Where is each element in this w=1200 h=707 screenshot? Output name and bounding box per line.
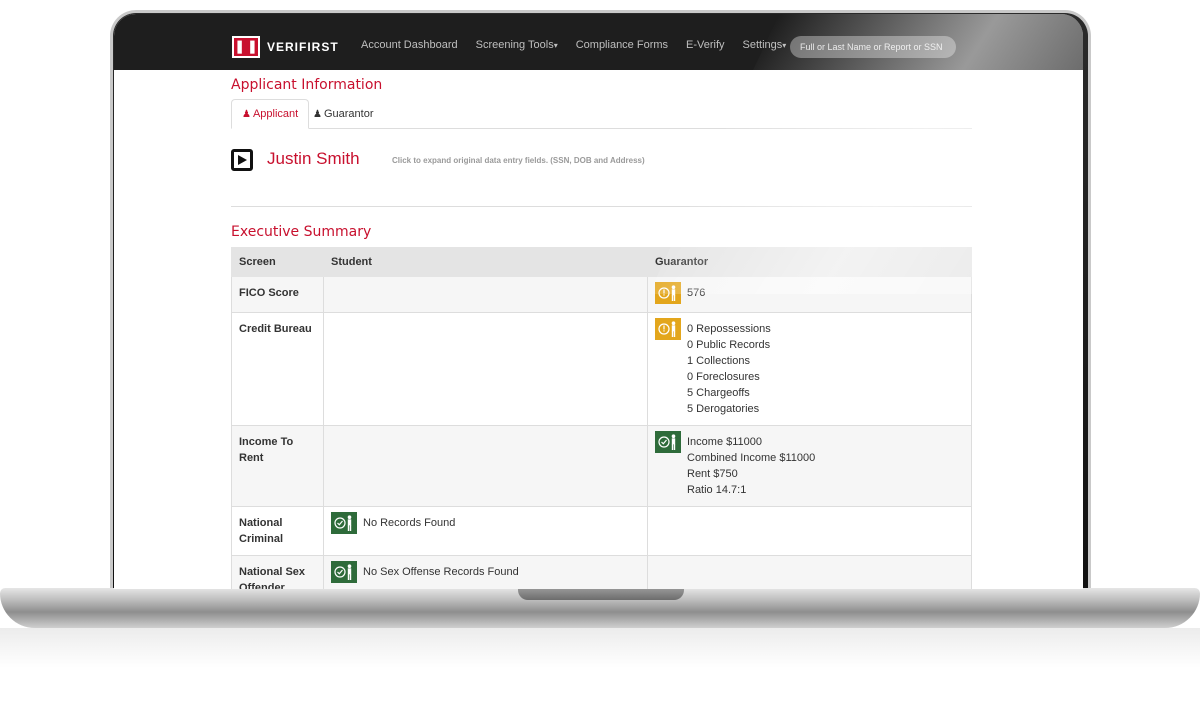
result-line: 0 Repossessions	[687, 323, 771, 335]
status-pass-icon	[331, 561, 357, 583]
table-row: Credit Bureau 0 Repossessions 0 Public Rec…	[231, 312, 972, 426]
result-line: Income $11000	[687, 436, 763, 448]
screening-result: Income $11000 Combined Income $11000 Rent …	[655, 431, 964, 498]
result-line: 5 Chargeoffs	[687, 387, 750, 399]
empty-cell	[647, 506, 972, 556]
nav-item-label: Compliance Forms	[575, 39, 669, 51]
column-header-guarantor: Guarantor	[647, 247, 972, 277]
nav-item-e-verify[interactable]: E-Verify	[686, 39, 725, 51]
status-pass-icon	[655, 431, 681, 453]
result-lines: 576	[687, 285, 705, 301]
caret-down-icon: ▾	[782, 41, 787, 50]
executive-summary-title: Executive Summary	[231, 224, 372, 240]
screen-name: Credit Bureau	[231, 312, 324, 426]
result-line: 1 Collections	[687, 355, 750, 367]
result-line: No Sex Offense Records Found	[363, 566, 519, 578]
nav-menu: Account Dashboard Screening Tools▾ Complia…	[361, 39, 786, 51]
status-warning-icon	[655, 318, 681, 340]
result-cell: Income $11000 Combined Income $11000 Rent …	[647, 425, 972, 507]
table-row: FICO Score 576	[231, 276, 972, 313]
result-line: 0 Foreclosures	[687, 371, 760, 383]
expand-hint: Click to expand original data entry fiel…	[392, 156, 645, 165]
nav-item-label: Account Dashboard	[361, 39, 458, 51]
laptop-notch	[518, 588, 684, 600]
top-navbar: ▌▐ VERIFIRST Account Dashboard Screening …	[114, 14, 1083, 70]
tab-applicant-label: Applicant	[252, 108, 299, 120]
expand-play-icon[interactable]	[231, 149, 253, 171]
laptop-screen: ▌▐ VERIFIRST Account Dashboard Screening …	[114, 14, 1083, 589]
result-line: No Records Found	[363, 517, 456, 529]
tab-guarantor-label: Guarantor	[323, 108, 374, 120]
user-icon: ♟	[242, 108, 251, 120]
screening-result: No Records Found	[331, 512, 640, 534]
result-cell: No Records Found	[323, 506, 648, 556]
caret-down-icon: ▾	[553, 41, 558, 50]
screen-name: National Criminal	[231, 506, 324, 556]
result-line: Ratio 14.7:1	[687, 484, 747, 496]
nav-item-label: E-Verify	[686, 39, 725, 51]
search-input[interactable]	[790, 36, 956, 58]
result-line: Combined Income $11000	[687, 452, 816, 464]
user-icon: ♟	[313, 108, 322, 120]
result-lines: Income $11000 Combined Income $11000 Rent …	[687, 434, 815, 498]
table-row: National Criminal No Records Found	[231, 506, 972, 556]
table-header-row: Screen Student Guarantor	[231, 247, 972, 277]
logo-mark-icon: ▌▐	[232, 36, 260, 58]
tab-guarantor[interactable]: ♟ Guarantor	[303, 99, 384, 129]
applicant-name: Justin Smith	[267, 149, 360, 168]
nav-item-label: Settings	[742, 39, 783, 51]
screening-result: No Sex Offense Records Found	[331, 561, 640, 583]
result-lines: No Records Found	[363, 515, 455, 531]
result-line: Rent $750	[687, 468, 738, 480]
section-divider	[231, 206, 972, 207]
result-cell: No Sex Offense Records Found	[323, 555, 648, 589]
logo-text: VERIFIRST	[267, 40, 339, 54]
result-cell: 576	[647, 276, 972, 313]
result-cell: 0 Repossessions 0 Public Records 1 Collect…	[647, 312, 972, 426]
column-header-screen: Screen	[231, 247, 324, 277]
nav-item-settings[interactable]: Settings▾	[743, 39, 787, 51]
result-line: 576	[687, 287, 706, 299]
empty-cell	[323, 425, 648, 507]
screen-name: FICO Score	[231, 276, 324, 313]
status-pass-icon	[331, 512, 357, 534]
applicant-header: Justin Smith Click to expand original da…	[231, 149, 972, 189]
status-warning-icon	[655, 282, 681, 304]
verifirst-logo[interactable]: ▌▐ VERIFIRST	[232, 36, 339, 58]
result-lines: 0 Repossessions 0 Public Records 1 Collect…	[687, 321, 771, 417]
empty-cell	[323, 312, 648, 426]
executive-summary-table: Screen Student Guarantor FICO Score 576 Cr…	[231, 247, 972, 589]
nav-item-label: Screening Tools	[475, 39, 554, 51]
applicant-info-title: Applicant Information	[231, 77, 383, 93]
screen-name: National Sex Offender	[231, 555, 324, 589]
screen-name: Income To Rent	[231, 425, 324, 507]
column-header-student: Student	[323, 247, 648, 277]
nav-item-compliance-forms[interactable]: Compliance Forms	[576, 39, 668, 51]
table-row: Income To Rent Income $11000 Combined Inco…	[231, 425, 972, 507]
result-line: 5 Derogatories	[687, 403, 760, 415]
table-row: National Sex Offender No Sex Offense Reco…	[231, 555, 972, 589]
laptop-shadow	[0, 628, 1200, 668]
tab-applicant[interactable]: ♟ Applicant	[231, 99, 310, 129]
screening-result: 576	[655, 282, 964, 304]
result-line: 0 Public Records	[687, 339, 771, 351]
applicant-tabs: ♟ Applicant ♟ Guarantor	[231, 99, 972, 129]
nav-item-account-dashboard[interactable]: Account Dashboard	[361, 39, 458, 51]
nav-item-screening-tools[interactable]: Screening Tools▾	[476, 39, 558, 51]
empty-cell	[323, 276, 648, 313]
empty-cell	[647, 555, 972, 589]
screening-result: 0 Repossessions 0 Public Records 1 Collect…	[655, 318, 964, 417]
result-lines: No Sex Offense Records Found	[363, 564, 519, 580]
